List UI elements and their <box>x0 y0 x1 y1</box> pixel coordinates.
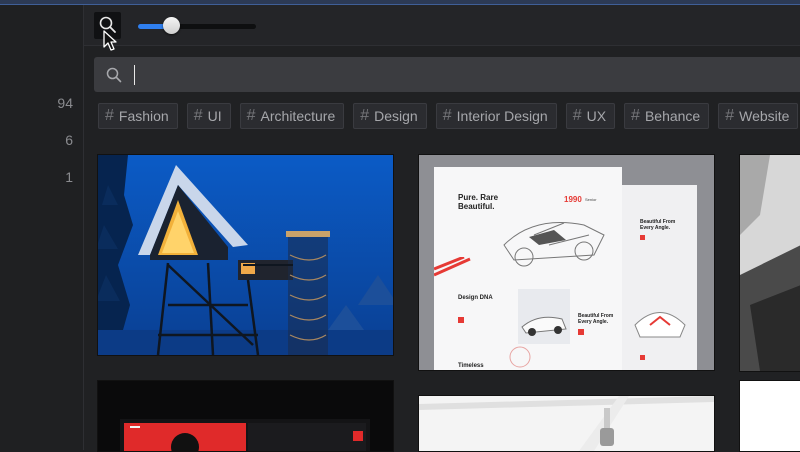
search-input[interactable] <box>134 63 778 87</box>
red-circle-icon <box>509 346 531 368</box>
hash-icon: # <box>631 107 640 124</box>
tag-label: UI <box>207 108 222 124</box>
mouse-cursor-icon <box>103 30 117 51</box>
zoom-slider-thumb[interactable] <box>163 17 180 34</box>
car-photo-image <box>518 289 570 344</box>
image-card-car-landing-page[interactable]: Pure. Rare Beautiful. 1990 Senior Design… <box>418 154 715 371</box>
tag-design[interactable]: # Design <box>353 103 427 129</box>
hash-icon: # <box>105 107 114 124</box>
red-stripes <box>434 257 471 277</box>
hash-icon: # <box>572 107 582 124</box>
hash-icon: # <box>442 107 452 124</box>
tag-label: Architecture <box>260 108 336 124</box>
mockup-back-subhead: Beautiful From Every Angle. <box>640 219 676 231</box>
bullet-icon <box>640 355 645 360</box>
tag-label: Website <box>739 108 790 124</box>
interior-lamp-image <box>419 396 714 451</box>
search-bar[interactable] <box>94 57 800 92</box>
image-card-treehouse[interactable] <box>97 154 394 356</box>
tag-architecture[interactable]: # Architecture <box>239 103 345 129</box>
tag-website[interactable]: # Website <box>718 103 799 129</box>
sidebar-counts: 94 6 1 <box>57 93 73 204</box>
tag-label: Behance <box>644 108 701 124</box>
mockup-subhead: Beautiful From Every Angle. <box>578 313 614 325</box>
bullet-icon <box>458 317 464 323</box>
image-card-grayscale-photo[interactable] <box>739 154 800 372</box>
image-card-interior-lamp[interactable] <box>418 395 715 452</box>
car-front-image <box>634 312 686 338</box>
tag-label: Design <box>374 108 418 124</box>
bullet-icon <box>578 329 584 335</box>
mockup-section: Design DNA <box>458 295 493 301</box>
hash-icon: # <box>360 107 370 124</box>
toolbar <box>84 5 800 46</box>
sidebar-count[interactable]: 1 <box>57 167 73 204</box>
tag-list: # Fashion # UI # Architecture # Design # Inte… <box>98 103 799 129</box>
tag-label: UX <box>586 108 607 124</box>
tag-label: Fashion <box>118 108 169 124</box>
sidebar-count[interactable]: 6 <box>57 130 73 167</box>
hash-icon: # <box>725 107 735 124</box>
image-card-red-website[interactable] <box>97 380 394 452</box>
sidebar: 94 6 1 <box>0 5 84 450</box>
tag-label: Interior Design <box>456 108 548 124</box>
bullet-icon <box>640 235 645 240</box>
mockup-footer-text: Timeless <box>458 363 484 369</box>
tag-fashion[interactable]: # Fashion <box>98 103 178 129</box>
zoom-slider[interactable] <box>138 16 258 36</box>
search-icon <box>104 65 124 90</box>
treehouse-image <box>98 155 393 355</box>
mockup-page-back: Beautiful From Every Angle. <box>622 185 697 370</box>
website-mockup-image <box>98 381 393 451</box>
tag-ui[interactable]: # UI <box>186 103 231 129</box>
text-caret <box>134 65 135 85</box>
mockup-page-front: Pure. Rare Beautiful. 1990 Senior Design… <box>434 167 622 370</box>
tag-interior-design[interactable]: # Interior Design <box>435 103 557 129</box>
hash-icon: # <box>246 107 256 124</box>
tag-behance[interactable]: # Behance <box>624 103 710 129</box>
mockup-year: 1990 <box>564 195 582 204</box>
mockup-year-suffix: Senior <box>585 197 597 202</box>
car-sketch-image <box>503 222 605 267</box>
hash-icon: # <box>193 107 203 124</box>
grayscale-photo-image <box>740 155 800 371</box>
sidebar-count[interactable]: 94 <box>57 93 73 130</box>
image-card-white[interactable] <box>739 380 800 452</box>
tag-ux[interactable]: # UX <box>565 103 616 129</box>
